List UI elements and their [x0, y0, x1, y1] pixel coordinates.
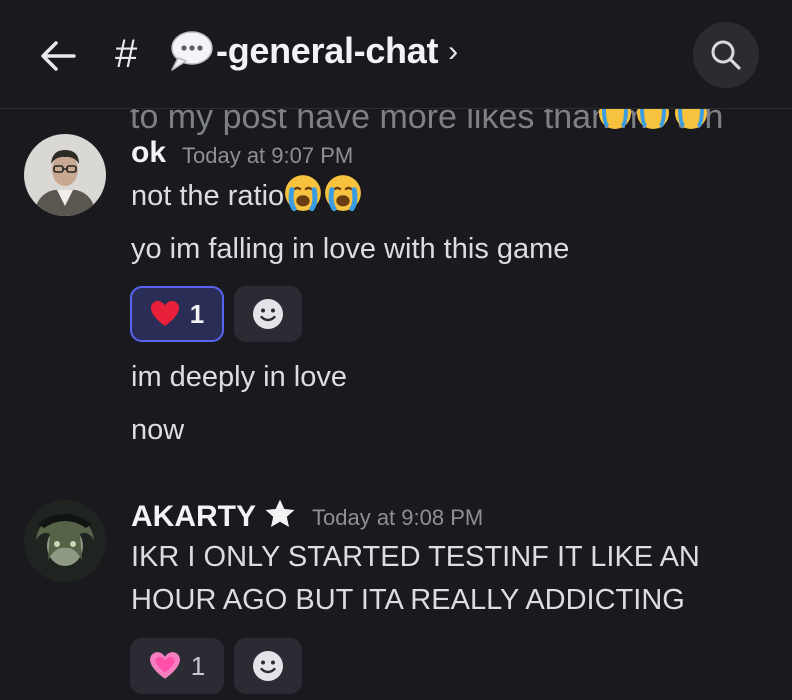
channel-header: # -general-chat ›	[0, 0, 792, 109]
reaction-heart-button[interactable]: 1	[130, 638, 224, 694]
reaction-heart-button[interactable]: 1	[130, 286, 224, 342]
user-avatar-image	[24, 134, 106, 216]
pink-heart-icon	[149, 652, 180, 679]
message-text: HOUR AGO BUT ITA REALLY ADDICTING	[131, 584, 685, 616]
crying-face-icon	[285, 175, 322, 212]
message-text: IKR I ONLY STARTED TESTINF IT LIKE AN	[131, 541, 700, 573]
smiley-face-icon	[253, 299, 283, 329]
search-icon	[711, 40, 741, 70]
username[interactable]: ok	[131, 136, 166, 170]
channel-name: -general-chat	[216, 30, 439, 71]
add-reaction-button[interactable]	[234, 286, 302, 342]
avatar[interactable]	[24, 500, 106, 582]
reaction-count: 1	[190, 650, 206, 681]
speech-bubble-icon	[171, 31, 213, 71]
red-heart-icon	[150, 301, 179, 326]
reaction-count: 1	[189, 298, 205, 329]
crying-face-icon	[325, 175, 362, 212]
message-text: im deeply in love	[131, 361, 347, 393]
star-icon	[265, 499, 295, 527]
search-button[interactable]	[693, 22, 759, 88]
back-arrow-icon[interactable]	[38, 36, 78, 76]
message-text: not the ratio	[131, 174, 362, 216]
message-text: now	[131, 414, 185, 446]
user-avatar-image	[24, 500, 106, 582]
username[interactable]: AKARTY	[131, 498, 296, 534]
smiley-face-icon	[253, 651, 283, 681]
timestamp: Today at 9:07 PM	[182, 143, 354, 168]
add-reaction-button[interactable]	[234, 638, 302, 694]
message-text: yo im falling in love with this game	[131, 233, 570, 265]
channel-hash-icon: #	[115, 32, 138, 76]
chevron-right-icon: ›	[448, 35, 459, 68]
timestamp: Today at 9:08 PM	[312, 505, 484, 530]
avatar[interactable]	[24, 134, 106, 216]
channel-title[interactable]: -general-chat ›	[166, 28, 458, 74]
username-text: AKARTY	[131, 500, 256, 533]
message-line: not the ratio	[131, 180, 285, 212]
